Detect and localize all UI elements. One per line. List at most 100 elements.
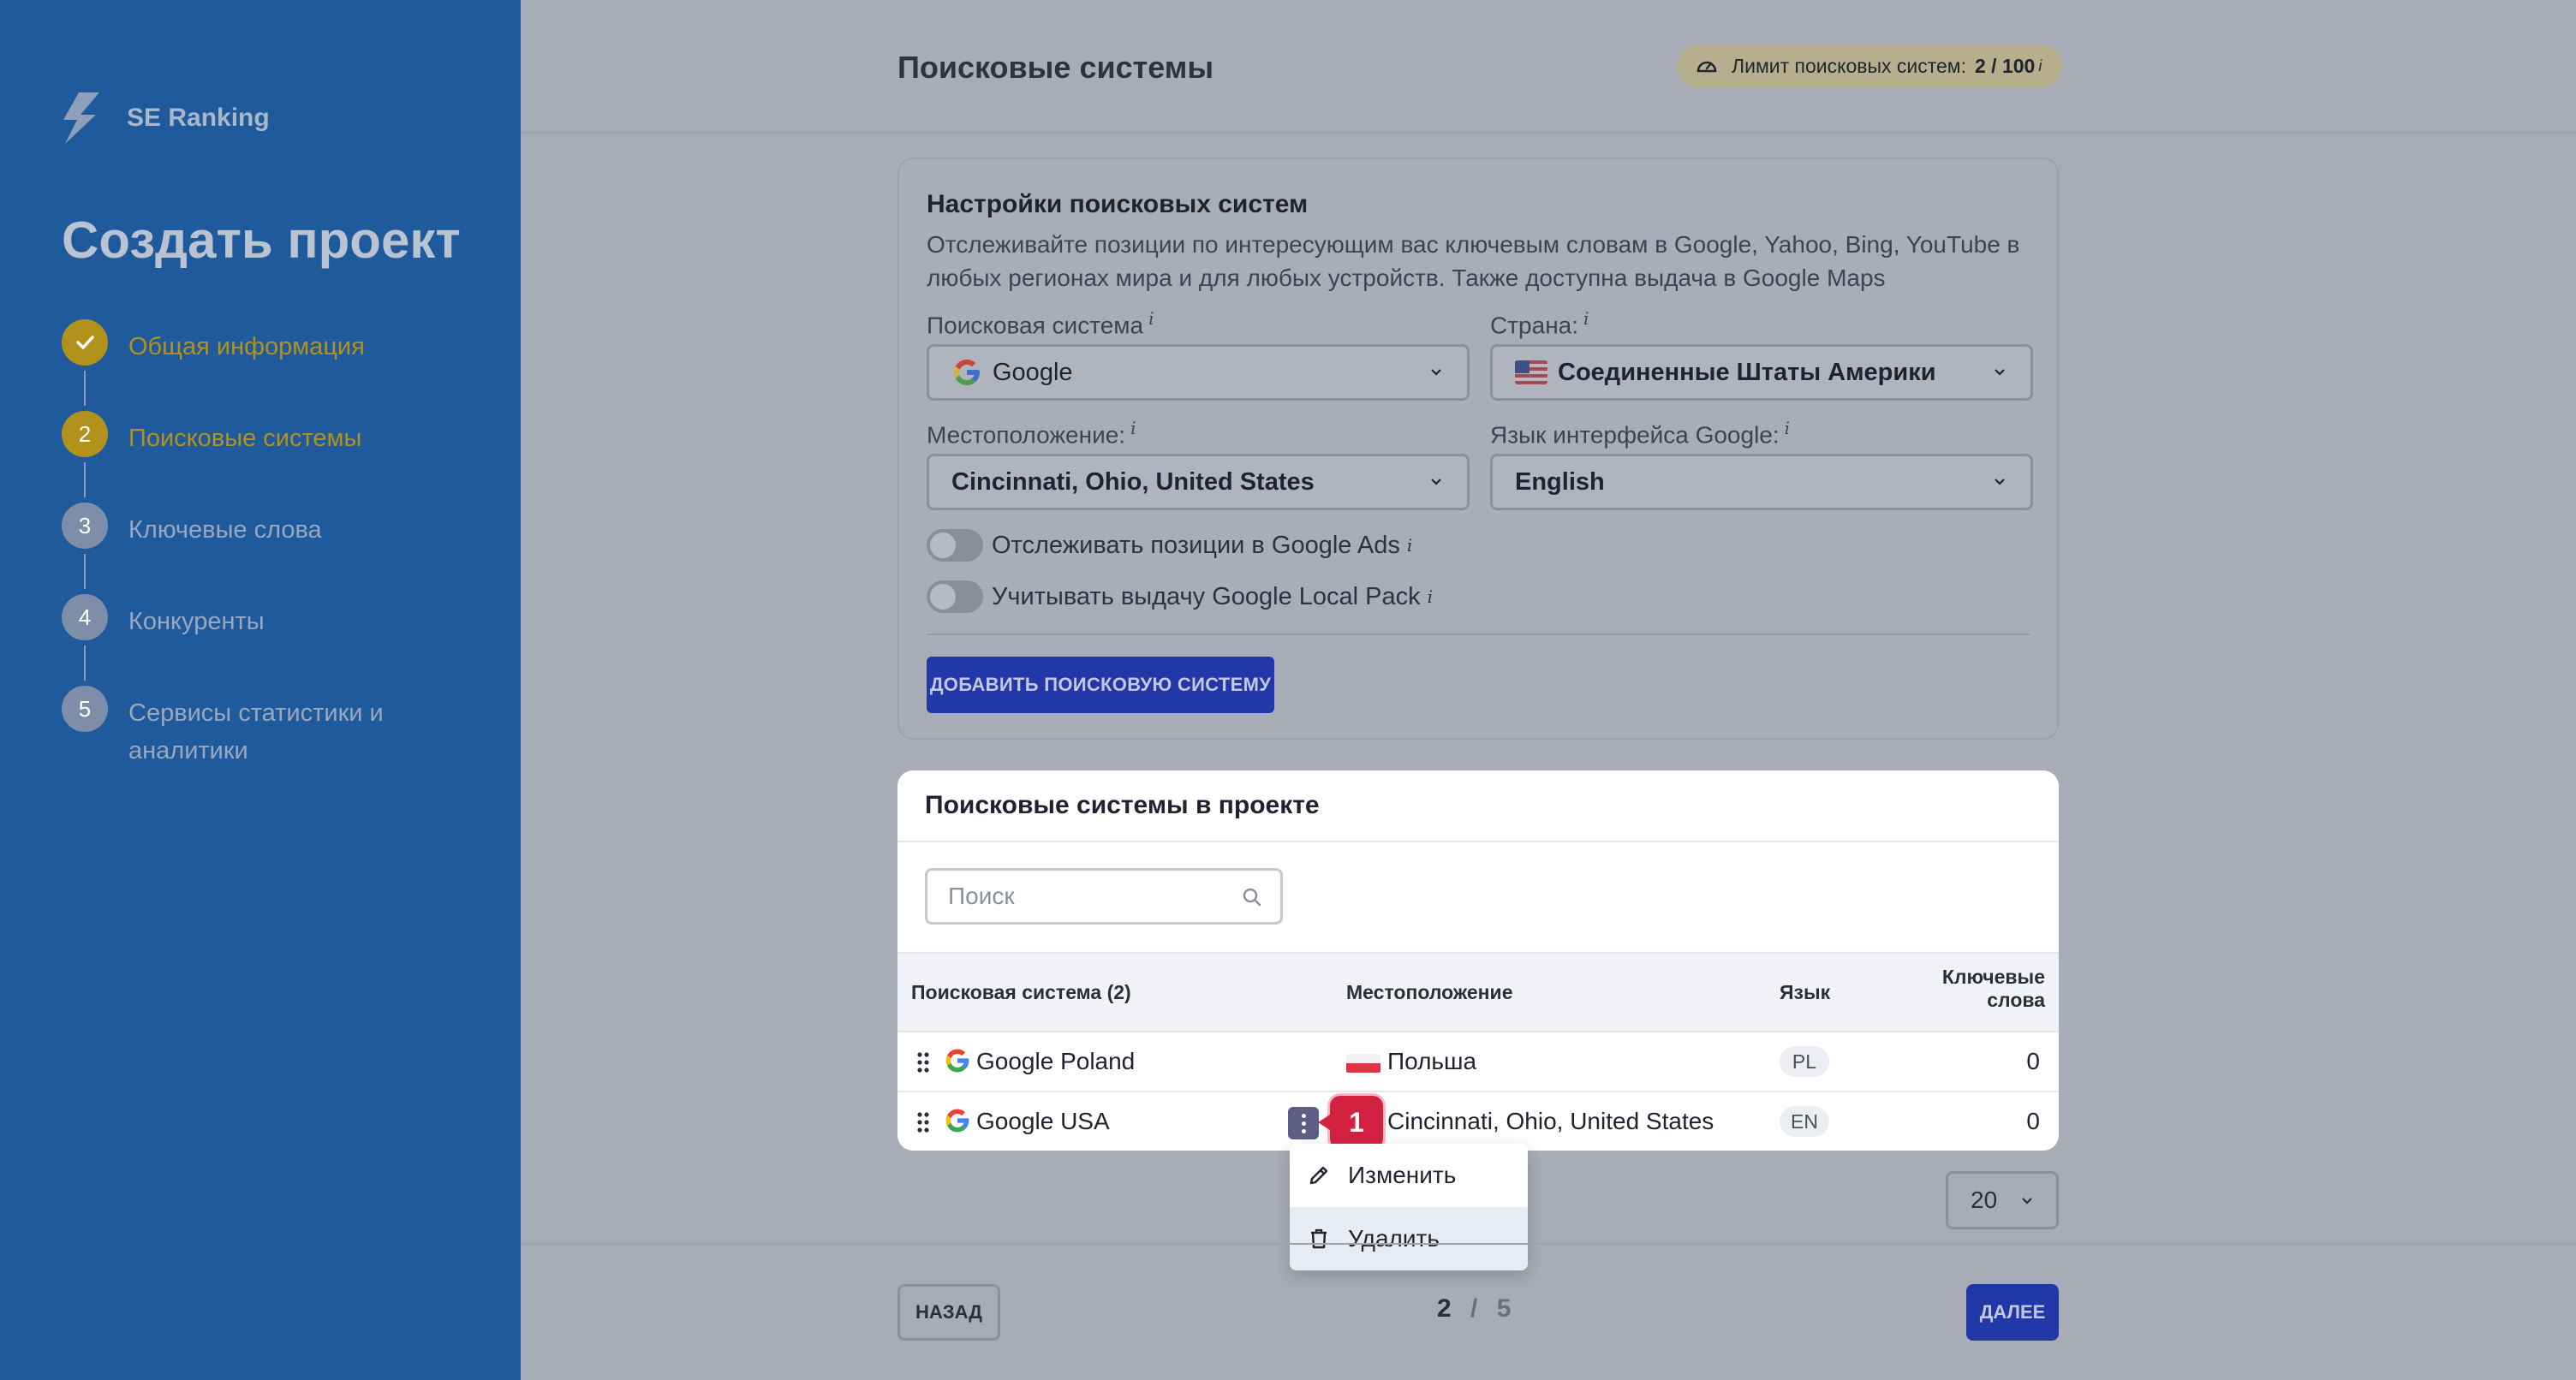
engine-select[interactable]: Google [927,344,1470,401]
engine-location: Польша [1387,1048,1477,1074]
settings-description: Отслеживайте позиции по интересующим вас… [927,231,2020,291]
step-label: Ключевые слова [128,516,322,544]
engine-select-value: Google [993,358,1073,386]
top-bar [521,0,2576,134]
kebab-dot [1301,1128,1306,1133]
local-pack-toggle-label: Учитывать выдачу Google Local Pack [992,582,1421,610]
step-number: 2 [62,411,108,457]
local-pack-toggle[interactable] [927,580,983,613]
divider [897,841,2059,842]
footer-bar [521,1243,2576,1380]
info-icon[interactable]: i [1785,418,1790,438]
language-field-label: Язык интерфейса Google: i [1490,418,1790,449]
keyword-count: 0 [2026,1048,2040,1074]
chevron-down-icon [1995,479,2005,485]
engines-search-input[interactable]: Поиск [925,868,1283,925]
poland-flag-icon [1346,1054,1380,1073]
step-label: Поисковые системы [128,425,362,452]
col-language[interactable]: Язык [1780,981,1830,1004]
divider [927,633,2030,635]
gauge-icon [1696,61,1717,73]
engine-limit-badge[interactable]: Лимит поисковых систем: 2 / 100 i [1677,45,2063,87]
step-pager: 2 / 5 [1437,1294,1511,1323]
step-connector [84,554,86,589]
sidebar: SE Ranking Создать проект Общая информац… [0,0,521,1380]
per-page-value: 20 [1971,1187,1998,1213]
country-label-text: Страна: [1490,312,1579,339]
step-analytics[interactable]: 5 Сервисы статистики и аналитики [62,686,437,777]
step-general-info[interactable]: Общая информация [62,319,437,411]
kebab-dot [1301,1121,1306,1126]
info-icon[interactable]: i [1130,418,1136,438]
location-select-value: Cincinnati, Ohio, United States [951,467,1315,496]
country-select[interactable]: Соединенные Штаты Америки [1490,344,2033,401]
add-engine-button[interactable]: ДОБАВИТЬ ПОИСКОВУЮ СИСТЕМУ [927,657,1274,713]
engine-location: Cincinnati, Ohio, United States [1387,1108,1714,1134]
google-ads-toggle-label: Отслеживать позиции в Google Ads [992,531,1400,559]
edit-label: Изменить [1348,1162,1457,1188]
location-field-label: Местоположение: i [927,418,1136,449]
step-label: Сервисы статистики и аналитики [128,699,384,764]
settings-title: Настройки поисковых систем [927,190,1309,218]
engines-title: Поисковые системы в проекте [925,791,1320,819]
info-icon[interactable]: i [1583,308,1589,329]
info-icon[interactable]: i [1407,535,1412,556]
chevron-down-icon [1431,369,1441,376]
drag-handle-icon[interactable] [916,1111,930,1133]
col-location[interactable]: Местоположение [1346,981,1513,1004]
language-select[interactable]: English [1490,454,2033,510]
step-search-engines[interactable]: 2 Поисковые системы [62,411,437,503]
info-icon[interactable]: i [1148,308,1154,329]
page-title: Поисковые системы [897,50,1214,85]
info-icon[interactable]: i [2038,57,2042,75]
local-pack-toggle-row: Учитывать выдачу Google Local Pack i [927,580,1433,613]
per-page-select[interactable]: 20 [1946,1171,2059,1229]
col-engine[interactable]: Поисковая система (2) [911,981,1131,1004]
step-competitors[interactable]: 4 Конкуренты [62,594,437,686]
country-select-value: Соединенные Штаты Америки [1558,358,1936,386]
location-select[interactable]: Cincinnati, Ohio, United States [927,454,1470,510]
step-connector [84,462,86,497]
brand-name: SE Ranking [127,104,270,132]
google-icon [945,1109,969,1133]
step-label: Общая информация [128,333,365,360]
engine-label-text: Поисковая система [927,312,1144,339]
engine-settings-card: Настройки поисковых систем Отслеживайте … [897,158,2059,740]
chevron-down-icon [1995,369,2005,376]
drag-handle-icon[interactable] [916,1051,930,1074]
edit-menu-item[interactable]: Изменить [1290,1144,1528,1207]
language-badge: PL [1780,1046,1829,1077]
step-number: 4 [62,594,108,640]
next-button[interactable]: ДАЛЕЕ [1966,1284,2059,1341]
table-header: Поисковая система (2) Местоположение Язы… [897,952,2059,1032]
brand-logo[interactable]: SE Ranking [62,92,270,144]
kebab-dot [1301,1113,1306,1118]
location-label-text: Местоположение: [927,421,1126,449]
search-icon [1243,888,1261,907]
col-keywords[interactable]: Ключевые слова [1942,966,2045,1012]
chevron-down-icon [1431,479,1441,485]
step-marker-badge: 1 [1318,1096,1383,1149]
country-field-label: Страна: i [1490,308,1589,339]
us-flag-icon [1515,360,1547,384]
step-separator: / [1470,1294,1478,1323]
step-keywords[interactable]: 3 Ключевые слова [62,503,437,594]
engine-field-label: Поисковая система i [927,308,1154,339]
info-icon[interactable]: i [1428,586,1433,607]
language-label-text: Язык интерфейса Google: [1490,421,1780,449]
table-row[interactable]: Google Poland Польша PL 0 [897,1032,2059,1092]
limit-label: Лимит поисковых систем: [1732,54,1966,77]
step-label: Конкуренты [128,608,265,635]
row-actions-button[interactable] [1288,1107,1319,1139]
google-ads-toggle[interactable] [927,529,983,562]
current-step: 2 [1437,1294,1452,1323]
google-icon [954,360,980,385]
back-button[interactable]: НАЗАД [897,1284,1000,1341]
language-badge: EN [1780,1106,1829,1137]
engine-name: Google USA [976,1108,1110,1134]
chevron-down-icon [2022,1198,2032,1205]
se-ranking-logo-icon [63,92,99,144]
check-icon [62,319,108,366]
step-connector [84,645,86,681]
google-icon [945,1049,969,1073]
